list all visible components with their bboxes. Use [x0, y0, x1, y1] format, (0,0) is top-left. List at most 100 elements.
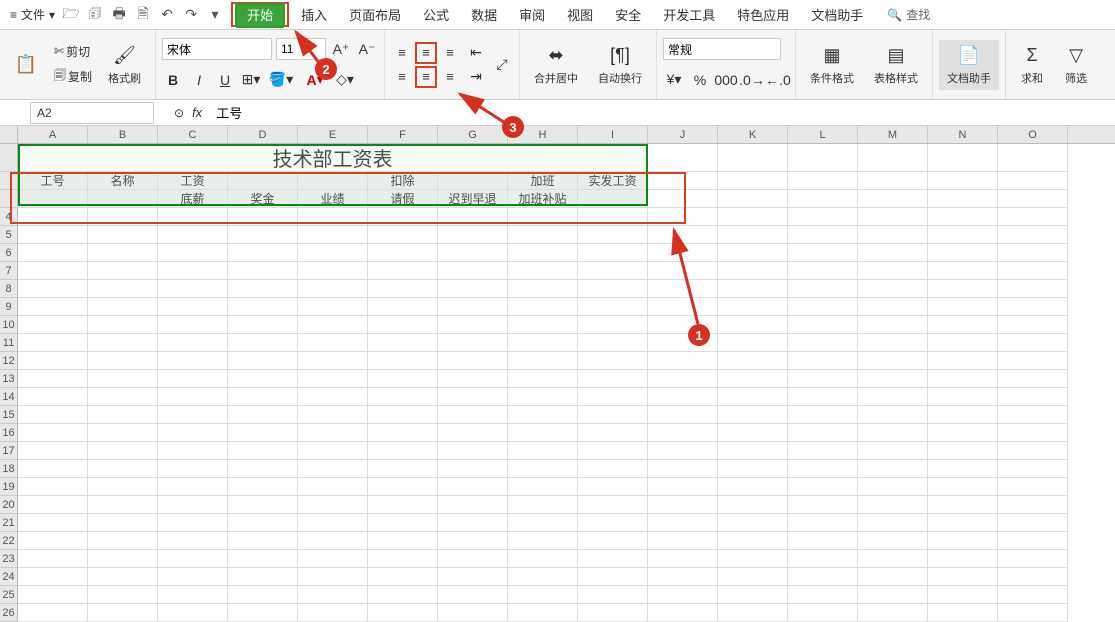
- cell-B4[interactable]: [88, 208, 158, 226]
- cell-B15[interactable]: [88, 406, 158, 424]
- cell-C18[interactable]: [158, 460, 228, 478]
- cell-N11[interactable]: [928, 334, 998, 352]
- cell-D14[interactable]: [228, 388, 298, 406]
- cell-K21[interactable]: [718, 514, 788, 532]
- cell-K9[interactable]: [718, 298, 788, 316]
- cell-I25[interactable]: [578, 586, 648, 604]
- cell-G18[interactable]: [438, 460, 508, 478]
- cell-A7[interactable]: [18, 262, 88, 280]
- font-name-select[interactable]: [162, 38, 272, 60]
- cell-A24[interactable]: [18, 568, 88, 586]
- cell-A23[interactable]: [18, 550, 88, 568]
- cell-I13[interactable]: [578, 370, 648, 388]
- cell-B26[interactable]: [88, 604, 158, 622]
- cell-L7[interactable]: [788, 262, 858, 280]
- cell-B17[interactable]: [88, 442, 158, 460]
- cell-J24[interactable]: [648, 568, 718, 586]
- cell-C13[interactable]: [158, 370, 228, 388]
- cell-O20[interactable]: [998, 496, 1068, 514]
- cell-C16[interactable]: [158, 424, 228, 442]
- cells-area[interactable]: 技术部工资表工号名称工资扣除加班实发工资底薪奖金业绩请假迟到早退加班补贴: [18, 144, 1068, 622]
- cell-K26[interactable]: [718, 604, 788, 622]
- align-bottom-center[interactable]: ≡: [415, 66, 437, 88]
- cell-F22[interactable]: [368, 532, 438, 550]
- cell-J14[interactable]: [648, 388, 718, 406]
- cell-O5[interactable]: [998, 226, 1068, 244]
- col-header-E[interactable]: E: [298, 126, 368, 143]
- row-header-13[interactable]: 13: [0, 370, 17, 388]
- cell-B16[interactable]: [88, 424, 158, 442]
- cell-M21[interactable]: [858, 514, 928, 532]
- cell-K20[interactable]: [718, 496, 788, 514]
- cell-I22[interactable]: [578, 532, 648, 550]
- cell-M19[interactable]: [858, 478, 928, 496]
- cell-L19[interactable]: [788, 478, 858, 496]
- cell-K5[interactable]: [718, 226, 788, 244]
- cell-C11[interactable]: [158, 334, 228, 352]
- cell-C8[interactable]: [158, 280, 228, 298]
- cell-G15[interactable]: [438, 406, 508, 424]
- cell-L4[interactable]: [788, 208, 858, 226]
- cell-N4[interactable]: [928, 208, 998, 226]
- cell-G24[interactable]: [438, 568, 508, 586]
- cell-O11[interactable]: [998, 334, 1068, 352]
- cell-H26[interactable]: [508, 604, 578, 622]
- cell-I23[interactable]: [578, 550, 648, 568]
- cell-B22[interactable]: [88, 532, 158, 550]
- cell-H7[interactable]: [508, 262, 578, 280]
- cell-C24[interactable]: [158, 568, 228, 586]
- cell-O1[interactable]: [998, 144, 1068, 172]
- number-format-select[interactable]: [663, 38, 781, 60]
- tab-review[interactable]: 审阅: [509, 1, 555, 28]
- col-header-M[interactable]: M: [858, 126, 928, 143]
- cell-I10[interactable]: [578, 316, 648, 334]
- cell-O6[interactable]: [998, 244, 1068, 262]
- cell-O25[interactable]: [998, 586, 1068, 604]
- cell-D6[interactable]: [228, 244, 298, 262]
- cell-A5[interactable]: [18, 226, 88, 244]
- cell-L2[interactable]: [788, 172, 858, 190]
- cell-J26[interactable]: [648, 604, 718, 622]
- cell-E9[interactable]: [298, 298, 368, 316]
- cell-M17[interactable]: [858, 442, 928, 460]
- row-header-7[interactable]: 7: [0, 262, 17, 280]
- cell-N18[interactable]: [928, 460, 998, 478]
- cell-N8[interactable]: [928, 280, 998, 298]
- cell-H17[interactable]: [508, 442, 578, 460]
- cell-D5[interactable]: [228, 226, 298, 244]
- cell-J19[interactable]: [648, 478, 718, 496]
- cell-F2[interactable]: 扣除: [368, 172, 438, 190]
- row-header-23[interactable]: 23: [0, 550, 17, 568]
- cell-L17[interactable]: [788, 442, 858, 460]
- cell-I18[interactable]: [578, 460, 648, 478]
- cell-I19[interactable]: [578, 478, 648, 496]
- cell-N5[interactable]: [928, 226, 998, 244]
- zoom-icon[interactable]: ⊙: [174, 106, 184, 120]
- cell-K10[interactable]: [718, 316, 788, 334]
- cell-G10[interactable]: [438, 316, 508, 334]
- cell-K2[interactable]: [718, 172, 788, 190]
- cell-H9[interactable]: [508, 298, 578, 316]
- cell-A22[interactable]: [18, 532, 88, 550]
- orientation-button[interactable]: ⤢: [491, 54, 513, 76]
- cell-K15[interactable]: [718, 406, 788, 424]
- cell-I14[interactable]: [578, 388, 648, 406]
- cell-N16[interactable]: [928, 424, 998, 442]
- cell-C12[interactable]: [158, 352, 228, 370]
- cell-K24[interactable]: [718, 568, 788, 586]
- cell-G7[interactable]: [438, 262, 508, 280]
- cell-K25[interactable]: [718, 586, 788, 604]
- cell-G8[interactable]: [438, 280, 508, 298]
- cell-N21[interactable]: [928, 514, 998, 532]
- cell-I9[interactable]: [578, 298, 648, 316]
- cell-I6[interactable]: [578, 244, 648, 262]
- cell-O3[interactable]: [998, 190, 1068, 208]
- cell-E17[interactable]: [298, 442, 368, 460]
- cell-D25[interactable]: [228, 586, 298, 604]
- col-header-L[interactable]: L: [788, 126, 858, 143]
- cell-K18[interactable]: [718, 460, 788, 478]
- cell-B12[interactable]: [88, 352, 158, 370]
- cell-G26[interactable]: [438, 604, 508, 622]
- tab-view[interactable]: 视图: [557, 1, 603, 28]
- cell-D11[interactable]: [228, 334, 298, 352]
